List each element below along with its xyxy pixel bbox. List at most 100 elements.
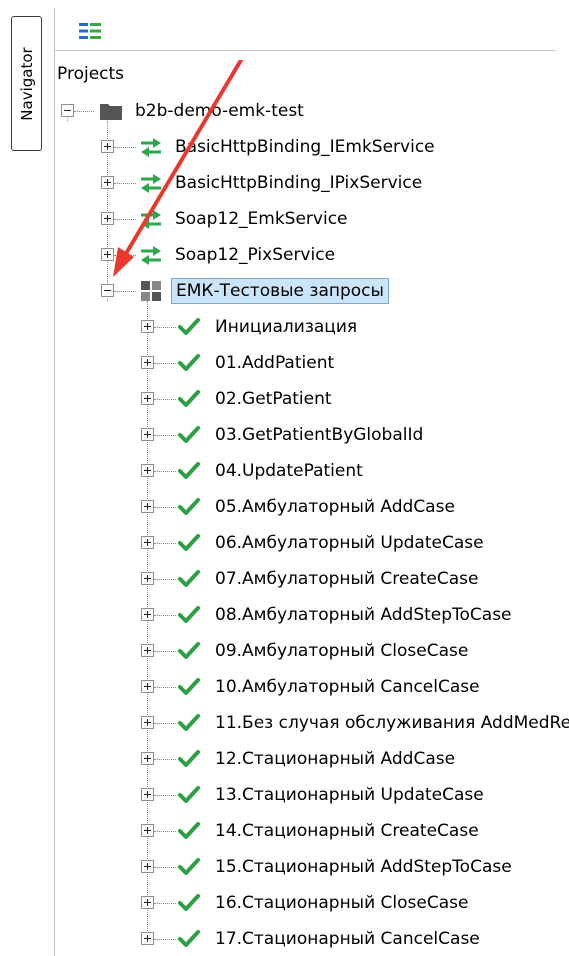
tree-row-testcase[interactable]: 05.Амбулаторный AddCase [55, 489, 569, 525]
check-icon [178, 678, 200, 695]
expand-toggle[interactable] [141, 428, 154, 441]
testsuite-grid-icon [141, 281, 161, 301]
expand-toggle[interactable] [141, 500, 154, 513]
tree-connector [114, 291, 136, 292]
tree-connector [74, 111, 94, 112]
expand-toggle[interactable] [141, 752, 154, 765]
expand-toggle[interactable] [141, 572, 154, 585]
tree-connector [154, 867, 176, 868]
testcase-label: 11.Без случая обслуживания AddMedRecord [215, 713, 569, 733]
navigator-tab[interactable]: Navigator [11, 16, 42, 151]
folder-icon [100, 104, 122, 120]
testcase-label: 03.GetPatientByGlobalId [215, 425, 424, 445]
expand-toggle[interactable] [141, 320, 154, 333]
interface-label: BasicHttpBinding_IPixService [175, 173, 423, 193]
check-icon [178, 786, 200, 803]
expand-toggle[interactable] [141, 716, 154, 729]
tree-connector [154, 795, 176, 796]
tree-row-testcase[interactable]: 01.AddPatient [55, 345, 569, 381]
expand-toggle[interactable] [101, 140, 114, 153]
testcase-label: 04.UpdatePatient [215, 461, 363, 481]
expand-toggle[interactable] [141, 680, 154, 693]
tree-row-testcase[interactable]: 11.Без случая обслуживания AddMedRecord [55, 705, 569, 741]
tree-row-testcase[interactable]: 13.Стационарный UpdateCase [55, 777, 569, 813]
expand-toggle[interactable] [141, 608, 154, 621]
tree-row-testcase[interactable]: 17.Стационарный CancelCase [55, 921, 569, 956]
tree-connector [154, 399, 176, 400]
tree-row-interface[interactable]: BasicHttpBinding_IPixService [55, 165, 569, 201]
tree-row-interface[interactable]: BasicHttpBinding_IEmkService [55, 129, 569, 165]
tree-connector [114, 219, 136, 220]
check-icon [178, 462, 200, 479]
tree-row-testcase[interactable]: 15.Стационарный AddStepToCase [55, 849, 569, 885]
tree-connector [154, 831, 176, 832]
tree-row-testcase[interactable]: 09.Амбулаторный CloseCase [55, 633, 569, 669]
tree-row-project[interactable]: b2b-demo-emk-test [55, 93, 569, 129]
tree-row-testcase[interactable]: 03.GetPatientByGlobalId [55, 417, 569, 453]
tree-connector [154, 687, 176, 688]
tree-connector [154, 939, 176, 940]
expand-toggle[interactable] [141, 860, 154, 873]
expand-toggle[interactable] [141, 932, 154, 945]
testcase-label: 09.Амбулаторный CloseCase [215, 641, 469, 661]
tree-connector [114, 183, 136, 184]
interface-arrows-icon [141, 174, 161, 193]
tree-row-testcase[interactable]: Инициализация [55, 309, 569, 345]
tree-connector [154, 435, 176, 436]
collapse-toggle[interactable] [101, 284, 114, 297]
tree-row-testsuite[interactable]: ЕМК-Тестовые запросы [55, 273, 569, 309]
tree-row-interface[interactable]: Soap12_PixService [55, 237, 569, 273]
tree-row-testcase[interactable]: 16.Стационарный CloseCase [55, 885, 569, 921]
check-icon [178, 498, 200, 515]
tree-connector [154, 723, 176, 724]
check-icon [178, 714, 200, 731]
check-icon [178, 894, 200, 911]
tree-row-testcase[interactable]: 02.GetPatient [55, 381, 569, 417]
collapse-toggle[interactable] [61, 104, 74, 117]
testcase-label: 13.Стационарный UpdateCase [215, 785, 484, 805]
tree-row-testcase[interactable]: 07.Амбулаторный CreateCase [55, 561, 569, 597]
list-view-icon[interactable] [77, 20, 103, 42]
check-icon [178, 426, 200, 443]
expand-toggle[interactable] [141, 824, 154, 837]
expand-toggle[interactable] [141, 644, 154, 657]
tree-row-testcase[interactable]: 04.UpdatePatient [55, 453, 569, 489]
tree-connector [154, 615, 176, 616]
interface-label: Soap12_PixService [175, 245, 336, 265]
tree-connector [154, 579, 176, 580]
check-icon [178, 390, 200, 407]
expand-toggle[interactable] [101, 248, 114, 261]
tree-row-testcase[interactable]: 14.Стационарный CreateCase [55, 813, 569, 849]
tree-connector [114, 147, 136, 148]
testsuite-label: ЕМК-Тестовые запросы [171, 278, 389, 304]
tree-connector [154, 471, 176, 472]
testcase-label: 05.Амбулаторный AddCase [215, 497, 455, 517]
expand-toggle[interactable] [101, 212, 114, 225]
tree-row-testcase[interactable]: 10.Амбулаторный CancelCase [55, 669, 569, 705]
testcase-label: 14.Стационарный CreateCase [215, 821, 479, 841]
check-icon [178, 318, 200, 335]
tree-connector [154, 363, 176, 364]
tree-row-interface[interactable]: Soap12_EmkService [55, 201, 569, 237]
testcase-label: 08.Амбулаторный AddStepToCase [215, 605, 512, 625]
check-icon [178, 642, 200, 659]
interface-arrows-icon [141, 210, 161, 229]
testcase-label: 15.Стационарный AddStepToCase [215, 857, 512, 877]
expand-toggle[interactable] [101, 176, 114, 189]
expand-toggle[interactable] [141, 536, 154, 549]
check-icon [178, 858, 200, 875]
tree-row-testcase[interactable]: 08.Амбулаторный AddStepToCase [55, 597, 569, 633]
expand-toggle[interactable] [141, 788, 154, 801]
tree-row-testcase[interactable]: 12.Стационарный AddCase [55, 741, 569, 777]
expand-toggle[interactable] [141, 356, 154, 369]
testcase-label: 02.GetPatient [215, 389, 332, 409]
interface-label: Soap12_EmkService [175, 209, 348, 229]
expand-toggle[interactable] [141, 464, 154, 477]
tree-row-testcase[interactable]: 06.Амбулаторный UpdateCase [55, 525, 569, 561]
expand-toggle[interactable] [141, 392, 154, 405]
interface-arrows-icon [141, 138, 161, 157]
expand-toggle[interactable] [141, 896, 154, 909]
check-icon [178, 570, 200, 587]
project-tree: Projects b2b-demo-emk-test BasicHttpBind… [55, 60, 569, 956]
testcase-label: 16.Стационарный CloseCase [215, 893, 469, 913]
